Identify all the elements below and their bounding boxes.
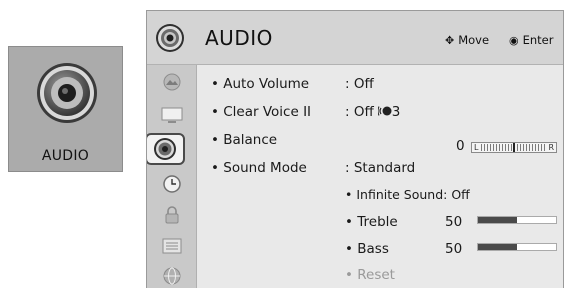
- rail-item-network[interactable]: [157, 265, 187, 287]
- balance-scale: [481, 143, 546, 152]
- move-label: Move: [458, 33, 490, 47]
- enter-label: Enter: [522, 33, 554, 47]
- category-rail: [147, 65, 197, 288]
- title-bar: AUDIO ✥ Move ◉ Enter: [147, 11, 563, 65]
- speaker-icon: [37, 63, 97, 123]
- lock-icon: [165, 206, 179, 224]
- balance-slider[interactable]: L R: [471, 142, 557, 153]
- bass-fill: [478, 244, 517, 250]
- tile-label: AUDIO: [41, 148, 90, 164]
- balance-label[interactable]: • Balance: [211, 132, 277, 148]
- bass-value: 50: [445, 241, 463, 257]
- four-way-arrow-icon: ✥: [445, 33, 455, 47]
- auto-volume-value: : Off: [345, 76, 374, 92]
- treble-slider[interactable]: [477, 216, 557, 224]
- infinite-sound-item[interactable]: • Infinite Sound: Off: [345, 187, 470, 202]
- enter-hint: ◉ Enter: [509, 33, 553, 47]
- bass-slider[interactable]: [477, 243, 557, 251]
- auto-volume-label[interactable]: • Auto Volume: [211, 76, 309, 92]
- clear-voice-label[interactable]: • Clear Voice II: [211, 104, 311, 120]
- bass-label[interactable]: • Bass: [345, 241, 389, 257]
- voice-icon: [377, 106, 392, 116]
- clear-voice-level: 3: [391, 104, 401, 120]
- audio-tile: AUDIO: [8, 46, 123, 172]
- rail-item-screen[interactable]: [157, 104, 187, 126]
- ok-button-icon: ◉: [509, 33, 519, 47]
- treble-value: 50: [445, 214, 463, 230]
- page-title: AUDIO: [205, 26, 273, 50]
- infinite-sound-value: : Off: [443, 187, 470, 202]
- rail-item-lock[interactable]: [157, 204, 187, 226]
- sound-mode-label[interactable]: • Sound Mode: [211, 160, 307, 176]
- speaker-icon: [154, 138, 176, 160]
- infinite-sound-label: • Infinite Sound: [345, 187, 444, 202]
- picture-icon: [163, 73, 181, 91]
- clock-icon: [163, 175, 181, 193]
- rail-item-options[interactable]: [157, 235, 187, 257]
- balance-right-label: R: [548, 142, 554, 152]
- rail-item-picture[interactable]: [157, 71, 187, 93]
- treble-label[interactable]: • Treble: [345, 214, 398, 230]
- balance-value: 0: [456, 138, 465, 154]
- screen-icon: [161, 107, 183, 123]
- rail-item-time[interactable]: [157, 173, 187, 195]
- sound-mode-value: : Standard: [345, 160, 416, 176]
- reset-item: • Reset: [345, 267, 395, 283]
- rail-item-audio[interactable]: [147, 133, 185, 165]
- balance-left-label: L: [474, 142, 479, 152]
- audio-menu-panel: AUDIO ✥ Move ◉ Enter • Auto Volume: Off…: [146, 10, 564, 288]
- clear-voice-setting: : Off 3: [345, 104, 400, 120]
- clear-voice-value: : Off: [345, 104, 374, 120]
- options-icon: [162, 238, 182, 254]
- treble-fill: [478, 217, 517, 223]
- move-hint: ✥ Move: [445, 33, 489, 47]
- speaker-icon: [156, 24, 184, 52]
- network-icon: [163, 267, 181, 285]
